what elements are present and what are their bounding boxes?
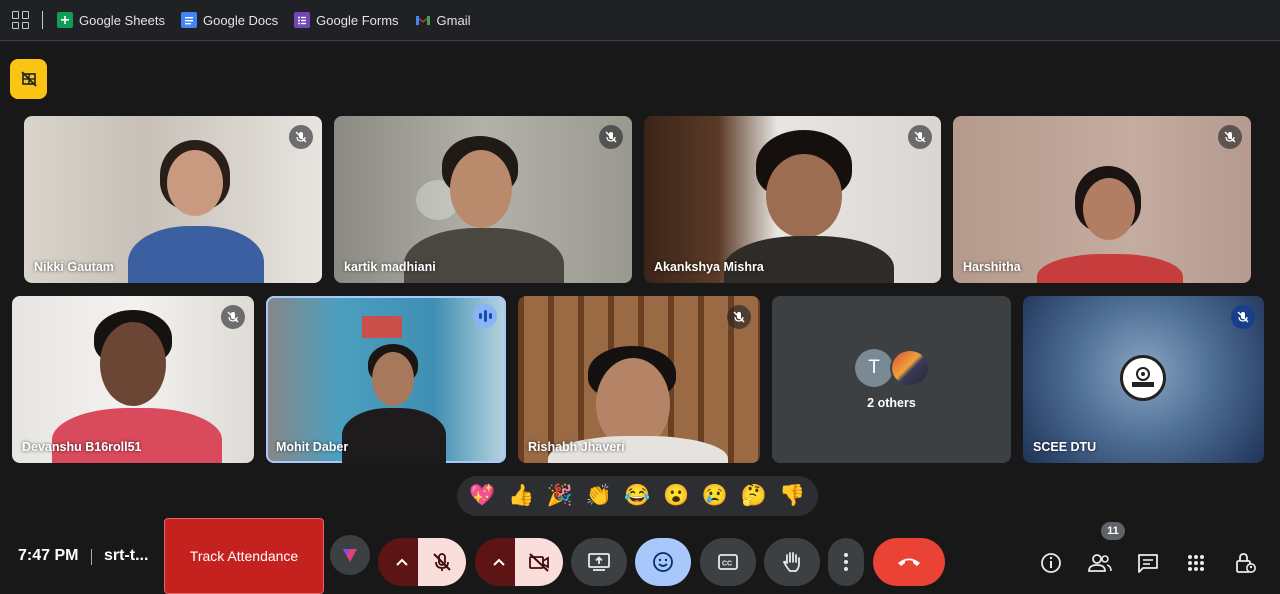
avatar bbox=[890, 349, 930, 387]
reaction-clap[interactable]: 👏 bbox=[586, 484, 612, 508]
apps-grid-icon[interactable] bbox=[12, 11, 30, 29]
bookmark-google-sheets[interactable]: Google Sheets bbox=[57, 12, 165, 28]
clock: 7:47 PM bbox=[18, 547, 79, 564]
chevron-up-icon bbox=[396, 558, 408, 566]
mic-off-icon bbox=[599, 125, 623, 149]
others-tile[interactable]: T 2 others bbox=[772, 296, 1011, 463]
participant-name: Mohit Daber bbox=[276, 440, 349, 454]
people-button[interactable] bbox=[1086, 549, 1114, 577]
mic-off-icon bbox=[1231, 305, 1255, 329]
more-options-button[interactable] bbox=[828, 538, 864, 586]
closed-captions-icon: CC bbox=[718, 554, 738, 570]
reaction-party[interactable]: 🎉 bbox=[547, 484, 573, 508]
participant-name: Devanshu B16roll51 bbox=[22, 440, 142, 454]
divider bbox=[42, 11, 43, 29]
microphone-toggle-button[interactable] bbox=[418, 538, 466, 586]
camera-off-icon bbox=[529, 553, 549, 572]
participant-name: Nikki Gautam bbox=[34, 260, 114, 274]
google-sheets-icon bbox=[57, 12, 73, 28]
captions-button[interactable]: CC bbox=[700, 538, 756, 586]
reaction-heart[interactable]: 💖 bbox=[469, 484, 495, 508]
mic-off-icon bbox=[433, 553, 451, 571]
more-vert-icon bbox=[844, 553, 848, 571]
meeting-stage: Nikki Gautam kartik madhiani Akankshya M… bbox=[0, 42, 1280, 594]
reactions-button[interactable] bbox=[635, 538, 691, 586]
bookmarks-bar: Google Sheets Google Docs Google Forms G… bbox=[0, 0, 1280, 41]
participant-tile[interactable]: Devanshu B16roll51 bbox=[12, 296, 254, 463]
bookmark-label: Google Forms bbox=[316, 12, 399, 28]
activities-button[interactable] bbox=[1182, 549, 1210, 577]
track-attendance-button[interactable]: Track Attendance bbox=[164, 518, 324, 594]
meeting-code[interactable]: srt-t... bbox=[104, 547, 148, 565]
people-count-badge: 11 bbox=[1101, 522, 1125, 540]
bookmark-label: Google Docs bbox=[203, 12, 279, 28]
participant-tile-active-speaker[interactable]: Mohit Daber bbox=[266, 296, 506, 463]
participant-tile[interactable]: kartik madhiani bbox=[334, 116, 632, 283]
participant-tile[interactable]: SCEE DTU bbox=[1023, 296, 1264, 463]
reaction-surprised[interactable]: 😮 bbox=[663, 484, 689, 508]
raise-hand-icon bbox=[782, 552, 800, 572]
bookmark-google-forms[interactable]: Google Forms bbox=[294, 12, 399, 28]
reaction-thinking[interactable]: 🤔 bbox=[741, 484, 767, 508]
reaction-laugh[interactable]: 😂 bbox=[624, 484, 650, 508]
mic-off-icon bbox=[727, 305, 751, 329]
camera-toggle-button[interactable] bbox=[515, 538, 563, 586]
people-icon bbox=[1088, 554, 1112, 572]
wall-poster bbox=[362, 316, 402, 338]
participant-name: Akankshya Mishra bbox=[654, 260, 764, 274]
lock-person-icon bbox=[1236, 553, 1256, 573]
avatar: T bbox=[855, 349, 893, 387]
participant-tile[interactable]: Nikki Gautam bbox=[24, 116, 322, 283]
svg-text:CC: CC bbox=[722, 561, 732, 568]
participant-tile[interactable]: Akankshya Mishra bbox=[644, 116, 941, 283]
meeting-details-button[interactable] bbox=[1037, 549, 1065, 577]
leave-call-button[interactable] bbox=[873, 538, 945, 586]
info-icon bbox=[1041, 553, 1061, 573]
reaction-thumbs-down[interactable]: 👎 bbox=[779, 484, 805, 508]
mic-off-icon bbox=[1218, 125, 1242, 149]
speaking-indicator-icon bbox=[473, 304, 497, 328]
smiley-icon bbox=[653, 552, 673, 572]
scee-logo-icon bbox=[1132, 367, 1154, 387]
participant-tile[interactable]: Harshitha bbox=[953, 116, 1251, 283]
controls-bar: 7:47 PM srt-t... Track Attendance CC 11 bbox=[0, 518, 1280, 594]
reaction-thumbs-up[interactable]: 👍 bbox=[508, 484, 534, 508]
mic-off-icon bbox=[908, 125, 932, 149]
others-label: 2 others bbox=[867, 396, 916, 410]
raise-hand-button[interactable] bbox=[764, 538, 820, 586]
divider bbox=[91, 549, 92, 565]
gmail-icon bbox=[415, 12, 431, 28]
participant-name: Rishabh Jhaveri bbox=[528, 440, 625, 454]
chat-icon bbox=[1138, 554, 1158, 573]
present-screen-button[interactable] bbox=[571, 538, 627, 586]
chevron-up-icon bbox=[493, 558, 505, 566]
reaction-sad[interactable]: 😢 bbox=[702, 484, 728, 508]
avatar bbox=[1120, 355, 1166, 401]
bookmark-google-docs[interactable]: Google Docs bbox=[181, 12, 278, 28]
participant-tile[interactable]: Rishabh Jhaveri bbox=[518, 296, 760, 463]
reactions-bar: 💖 👍 🎉 👏 😂 😮 😢 🤔 👎 bbox=[457, 476, 818, 516]
participant-name: Harshitha bbox=[963, 260, 1021, 274]
bookmark-gmail[interactable]: Gmail bbox=[415, 12, 471, 28]
host-controls-button[interactable] bbox=[1231, 549, 1259, 577]
no-video-grid-icon bbox=[20, 71, 37, 87]
extension-button[interactable] bbox=[330, 535, 370, 575]
participant-name: kartik madhiani bbox=[344, 260, 436, 274]
bookmark-label: Google Sheets bbox=[79, 12, 166, 28]
google-forms-icon bbox=[294, 12, 311, 28]
extension-logo-icon bbox=[343, 549, 357, 562]
hide-tiles-button[interactable] bbox=[10, 59, 47, 99]
bookmark-label: Gmail bbox=[436, 12, 471, 28]
google-docs-icon bbox=[181, 12, 198, 28]
apps-grid-icon bbox=[1188, 555, 1204, 571]
present-screen-icon bbox=[588, 553, 610, 571]
hang-up-icon bbox=[898, 558, 920, 566]
participant-name: SCEE DTU bbox=[1033, 440, 1097, 454]
mic-off-icon bbox=[289, 125, 313, 149]
mic-off-icon bbox=[221, 305, 245, 329]
chat-button[interactable] bbox=[1134, 549, 1162, 577]
